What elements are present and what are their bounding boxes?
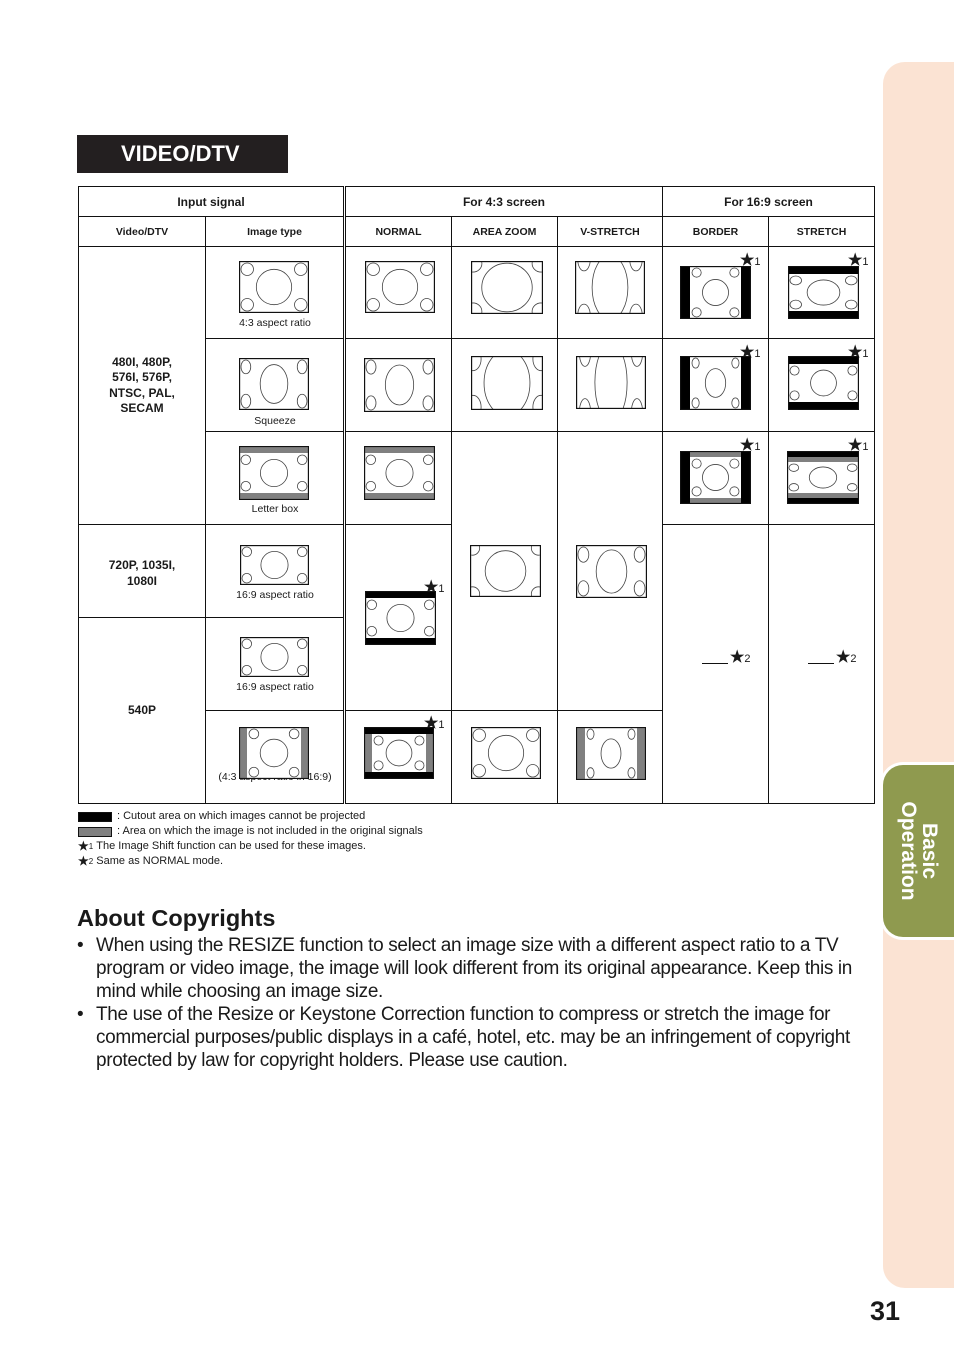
bullet-item: • The use of the Resize or Keystone Corre…: [77, 1004, 850, 1071]
image-type-caption: Letter box: [251, 503, 299, 515]
screen-illustration: [576, 727, 646, 780]
signal-cell: 720P, 1035I, 1080I: [78, 524, 206, 618]
col-header-area-zoom: AREA ZOOM: [451, 216, 558, 247]
col-header-v-stretch: V-STRETCH: [557, 216, 663, 247]
legend-not-included: : Area on which the image is not include…: [78, 824, 423, 839]
screen-illustration: [239, 446, 309, 500]
double-divider: [343, 186, 346, 804]
section-title: VIDEO/DTV: [77, 135, 288, 173]
screen-illustration: [787, 451, 859, 504]
screen-illustration: [365, 261, 435, 313]
col-header-image-type: Image type: [205, 216, 344, 247]
screen-illustration: [240, 545, 309, 585]
image-type-caption: 16:9 aspect ratio: [236, 589, 314, 601]
screen-illustration: [576, 356, 646, 409]
col-header-border: BORDER: [662, 216, 769, 247]
col-header-video-dtv: Video/DTV: [78, 216, 206, 247]
section-tab-line2: Operation: [896, 801, 920, 901]
col-header-normal: NORMAL: [345, 216, 452, 247]
screen-illustration: [471, 261, 543, 314]
copyright-bullets: • When using the RESIZE function to selec…: [77, 934, 879, 1072]
screen-illustration: [576, 545, 647, 598]
note-2: ★ 2 Same as NORMAL mode.: [78, 854, 224, 868]
screen-illustration: [680, 356, 751, 410]
cutout-swatch: [78, 811, 112, 822]
signal-cell: 480I, 480P, 576I, 576P, NTSC, PAL, SECAM: [78, 246, 206, 525]
header-169-screen: For 16:9 screen: [662, 186, 875, 217]
screen-illustration: [788, 266, 859, 319]
screen-illustration: [364, 727, 434, 779]
same-as-normal-mark: ★2: [808, 647, 856, 667]
screen-illustration: [680, 451, 751, 504]
signal-cell: 540P: [78, 617, 206, 804]
legend: : Cutout area on which images cannot be …: [78, 809, 423, 869]
col-header-stretch: STRETCH: [768, 216, 875, 247]
not-included-swatch: [78, 826, 112, 837]
section-tab-line1: Basic: [917, 822, 941, 880]
screen-illustration: [680, 266, 751, 319]
screen-illustration: [364, 358, 435, 412]
screen-illustration: [575, 261, 645, 314]
screen-illustration: [471, 356, 543, 410]
image-type-caption: Squeeze: [254, 415, 296, 427]
side-strip: [883, 62, 954, 1288]
screen-illustration: [471, 727, 541, 779]
screen-illustration: [364, 446, 435, 500]
screen-illustration: [470, 545, 541, 597]
screen-illustration: [365, 591, 436, 645]
page-number: 31: [870, 1296, 901, 1326]
screen-illustration: [239, 727, 309, 779]
header-input-signal: Input signal: [78, 186, 344, 217]
about-copyrights-heading: About Copyrights: [77, 905, 276, 931]
same-as-normal-mark: ★2: [702, 647, 750, 667]
resize-table: Input signal For 4:3 screen For 16:9 scr…: [78, 186, 875, 804]
image-type-caption: 4:3 aspect ratio: [239, 317, 311, 329]
screen-illustration: [788, 356, 859, 410]
screen-illustration: [239, 261, 309, 313]
bullet-item: • When using the RESIZE function to selec…: [77, 935, 853, 1002]
legend-cutout: : Cutout area on which images cannot be …: [78, 809, 423, 824]
image-type-caption: 16:9 aspect ratio: [236, 681, 314, 693]
note-1: ★ 1 The Image Shift function can be used …: [78, 839, 366, 853]
header-43-screen: For 4:3 screen: [345, 186, 663, 217]
section-tab-basic-operation[interactable]: Basic Operation: [883, 765, 954, 937]
screen-illustration: [240, 637, 309, 677]
screen-illustration: [239, 358, 309, 410]
